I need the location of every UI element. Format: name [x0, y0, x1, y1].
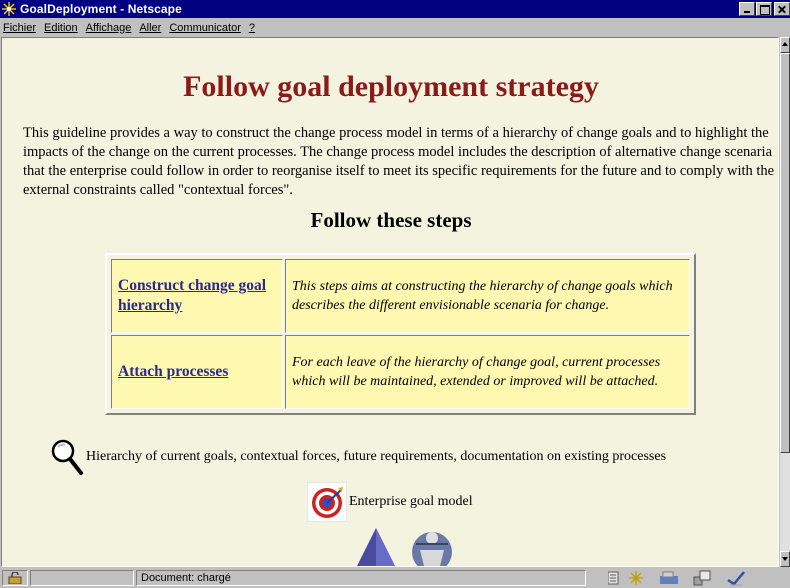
page-content: Follow goal deployment strategy This gui…: [1, 37, 779, 567]
title-bar[interactable]: GoalDeployment - Netscape: [0, 0, 790, 18]
product-text: Enterprise goal model: [349, 494, 473, 509]
menu-affichage[interactable]: Affichage: [86, 22, 132, 34]
scroll-thumb[interactable]: [780, 53, 790, 453]
menu-label: Communicator: [169, 21, 241, 34]
navigation-figures: [354, 526, 454, 567]
figure-icon[interactable]: [410, 526, 454, 567]
maximize-button[interactable]: [756, 2, 772, 16]
steps-heading: Follow these steps: [310, 208, 472, 232]
status-bar: Document: chargé: [0, 568, 790, 588]
menu-aller[interactable]: Aller: [139, 22, 161, 34]
step-link-construct-change-goal-hierarchy[interactable]: Construct change goal hierarchy: [118, 277, 266, 314]
resources-line: Hierarchy of current goals, contextual f…: [50, 438, 666, 476]
page-title: Follow goal deployment strategy: [183, 70, 599, 103]
step-link-cell: Construct change goal hierarchy: [111, 259, 283, 333]
close-button[interactable]: [774, 2, 790, 16]
target-icon[interactable]: [306, 481, 348, 523]
menu-communicator[interactable]: Communicator: [169, 22, 241, 34]
steps-table: Construct change goal hierarchy This ste…: [105, 253, 696, 415]
scroll-down-button[interactable]: [780, 551, 790, 567]
menu-label: Edition: [44, 21, 78, 34]
menu-edition[interactable]: Edition: [44, 22, 78, 34]
window-title: GoalDeployment - Netscape: [20, 2, 182, 16]
component-bar-icons: [608, 570, 778, 586]
menu-bar: Fichier Edition Affichage Aller Communic…: [0, 18, 790, 37]
lock-icon: [8, 572, 22, 584]
menu-help[interactable]: ?: [249, 22, 255, 34]
step-description: For each leave of the hierarchy of chang…: [285, 335, 690, 409]
table-row: Attach processes For each leave of the h…: [111, 335, 690, 409]
step-description: This steps aims at constructing the hier…: [285, 259, 690, 333]
security-lock[interactable]: [2, 570, 28, 586]
magnifier-icon[interactable]: [50, 438, 84, 476]
vertical-scrollbar[interactable]: [780, 37, 790, 567]
netscape-logo-icon: [2, 2, 16, 16]
window-controls: [738, 2, 790, 16]
progress-indicator: [30, 570, 134, 586]
table-row: Construct change goal hierarchy This ste…: [111, 259, 690, 333]
menu-label: ?: [248, 21, 255, 34]
product-line: Enterprise goal model: [306, 481, 473, 523]
scroll-up-button[interactable]: [780, 37, 790, 53]
resources-text: Hierarchy of current goals, contextual f…: [86, 449, 667, 464]
intro-paragraph: This guideline provides a way to constru…: [23, 125, 775, 198]
status-text: Document: chargé: [136, 570, 586, 586]
menu-fichier[interactable]: Fichier: [3, 22, 36, 34]
step-link-cell: Attach processes: [111, 335, 283, 409]
step-link-attach-processes[interactable]: Attach processes: [118, 363, 228, 380]
browser-window: GoalDeployment - Netscape Fichier Editio…: [0, 0, 790, 588]
menu-label: Aller: [139, 21, 162, 34]
component-bar-icons[interactable]: [608, 570, 778, 586]
minimize-button[interactable]: [739, 2, 755, 16]
menu-label: Affichage: [85, 21, 132, 34]
menu-label: Fichier: [3, 21, 37, 34]
